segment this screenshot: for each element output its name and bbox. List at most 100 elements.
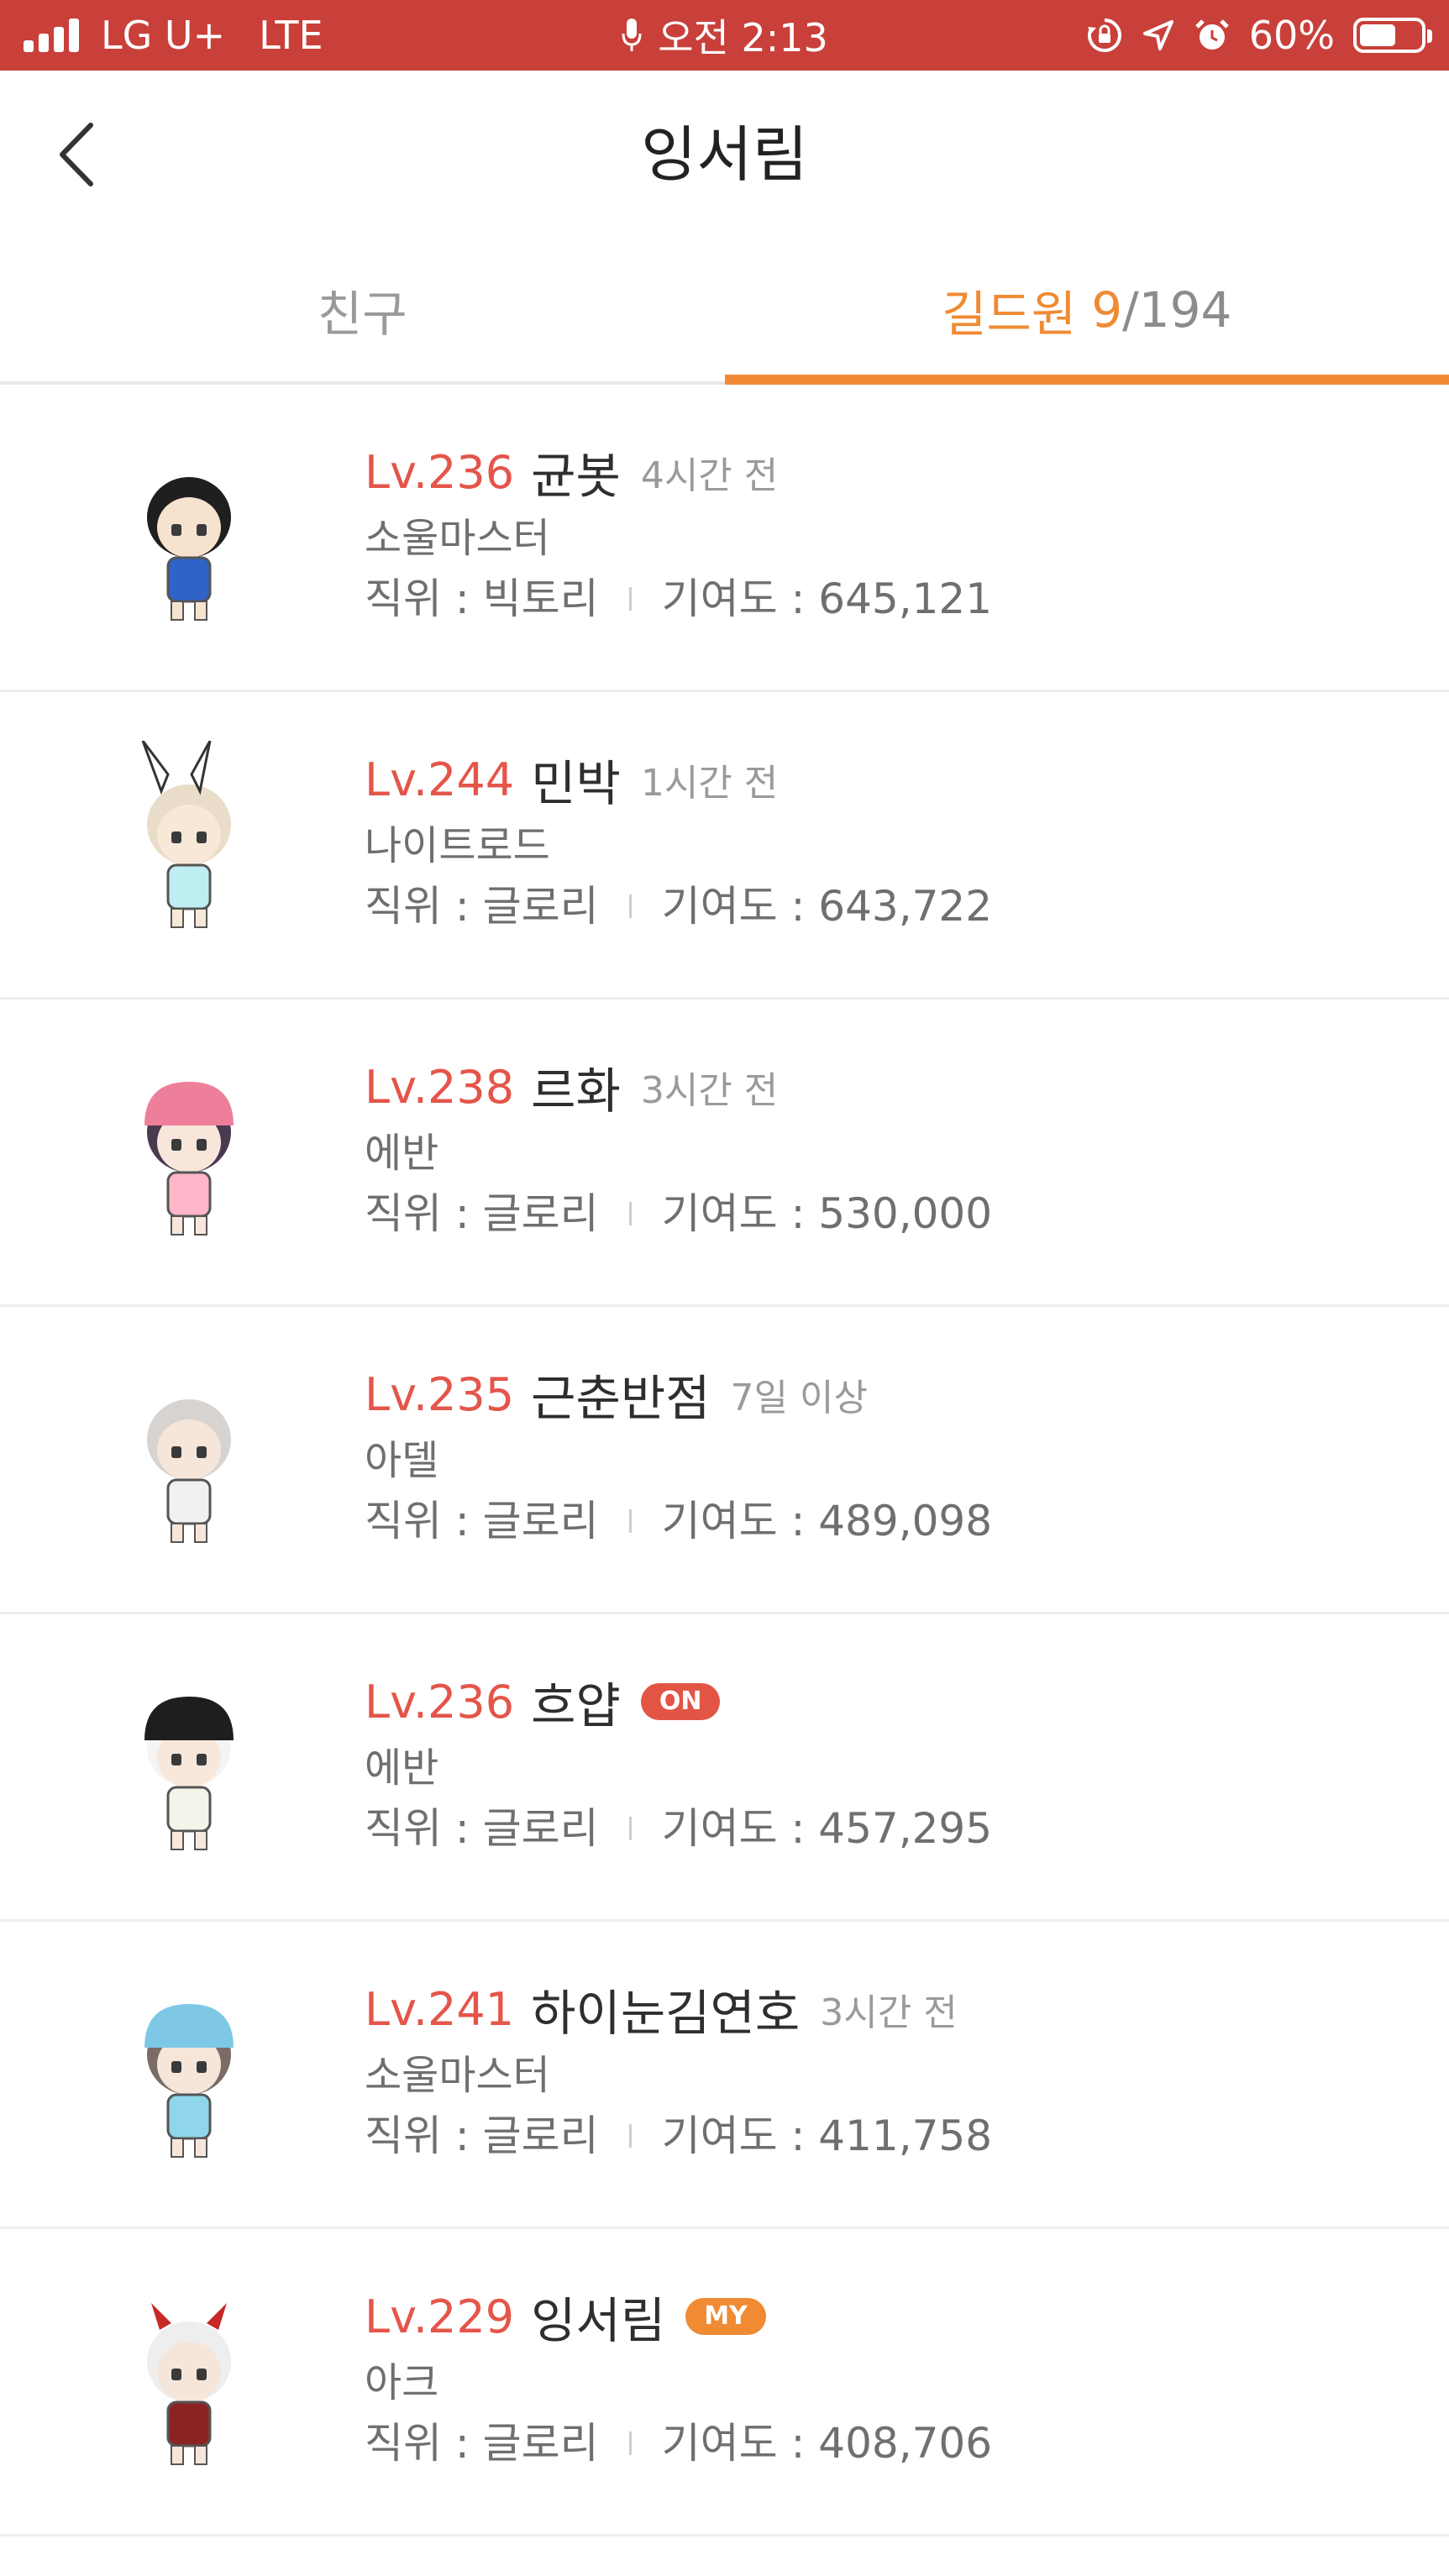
online-badge: ON [640, 1683, 721, 1720]
character-avatar [84, 1356, 302, 1566]
member-last-seen: 3시간 전 [820, 1991, 958, 2034]
character-avatar [84, 2278, 302, 2488]
member-contribution: 기여도 : 489,098 [661, 1497, 993, 1545]
member-header: Lv.236 균봇 4시간 전 [365, 435, 1415, 509]
member-row[interactable]: Lv.238 르화 3시간 전 에반 직위 : 글로리 기여도 : 530,00… [0, 999, 1449, 1307]
my-badge: MY [685, 2298, 766, 2335]
member-row[interactable]: Lv.229 잉서림 MY 아크 직위 : 글로리 기여도 : 408,706 [0, 2229, 1449, 2537]
member-row[interactable]: Lv.235 근춘반점 7일 이상 아델 직위 : 글로리 기여도 : 489,… [0, 1307, 1449, 1614]
member-job: 아크 [365, 2359, 439, 2406]
character-avatar [84, 1663, 302, 1873]
member-rank: 직위 : 글로리 [365, 2112, 599, 2160]
member-name: 잉서림 [531, 2292, 666, 2349]
guild-member-list: Lv.236 균봇 4시간 전 소울마스터 직위 : 빅토리 기여도 : 645… [0, 385, 1449, 2537]
member-job: 에반 [365, 1130, 439, 1177]
tab-guild-online-count: 9 [1091, 281, 1123, 338]
member-stats: 직위 : 글로리 기여도 : 408,706 [365, 2412, 1415, 2474]
member-name: 흐얍 [531, 1677, 621, 1734]
member-stats: 직위 : 글로리 기여도 : 411,758 [365, 2105, 1415, 2167]
member-info: Lv.229 잉서림 MY 아크 직위 : 글로리 기여도 : 408,706 [365, 2280, 1415, 2474]
rotation-lock-icon [1086, 17, 1123, 54]
member-stats: 직위 : 글로리 기여도 : 530,000 [365, 1183, 1415, 1245]
member-last-seen: 3시간 전 [640, 1069, 779, 1112]
member-contribution: 기여도 : 530,000 [661, 1189, 993, 1238]
character-avatar [84, 1970, 302, 2180]
tab-bar: 친구 길드원 9 /194 [0, 239, 1449, 385]
member-rank: 직위 : 글로리 [365, 882, 599, 931]
member-row[interactable]: Lv.236 흐얍 ON 에반 직위 : 글로리 기여도 : 457,295 [0, 1614, 1449, 1922]
member-name: 하이눈김연호 [531, 1985, 801, 2042]
member-job: 소울마스터 [365, 2052, 550, 2099]
member-level: Lv.241 [365, 1982, 515, 2036]
member-info: Lv.236 균봇 4시간 전 소울마스터 직위 : 빅토리 기여도 : 645… [365, 435, 1415, 630]
stats-divider [628, 2432, 632, 2455]
tab-guild-members[interactable]: 길드원 9 /194 [724, 239, 1449, 385]
member-level: Lv.235 [365, 1367, 515, 1421]
member-contribution: 기여도 : 408,706 [661, 2419, 993, 2468]
member-info: Lv.235 근춘반점 7일 이상 아델 직위 : 글로리 기여도 : 489,… [365, 1357, 1415, 1552]
character-avatar [84, 740, 302, 951]
member-rank: 직위 : 글로리 [365, 1804, 599, 1853]
member-level: Lv.238 [365, 1060, 515, 1114]
clock-label: 오전 2:13 [658, 15, 828, 60]
tab-friends[interactable]: 친구 [0, 239, 725, 381]
stats-divider [628, 587, 632, 611]
member-info: Lv.238 르화 3시간 전 에반 직위 : 글로리 기여도 : 530,00… [365, 1050, 1415, 1245]
member-job: 소울마스터 [365, 515, 550, 562]
character-avatar [84, 433, 302, 643]
member-level: Lv.229 [365, 2290, 515, 2343]
member-name: 르화 [531, 1062, 621, 1120]
member-stats: 직위 : 글로리 기여도 : 457,295 [365, 1797, 1415, 1860]
member-stats: 직위 : 글로리 기여도 : 643,722 [365, 875, 1415, 937]
header: 잉서림 [0, 71, 1449, 239]
member-info: Lv.236 흐얍 ON 에반 직위 : 글로리 기여도 : 457,295 [365, 1665, 1415, 1860]
page-title: 잉서림 [641, 119, 808, 190]
stats-divider [628, 1202, 632, 1225]
member-stats: 직위 : 빅토리 기여도 : 645,121 [365, 568, 1415, 630]
member-row[interactable]: Lv.241 하이눈김연호 3시간 전 소울마스터 직위 : 글로리 기여도 :… [0, 1922, 1449, 2229]
member-contribution: 기여도 : 457,295 [661, 1804, 993, 1853]
stats-divider [628, 895, 632, 918]
member-name: 균봇 [531, 448, 621, 505]
alarm-icon [1194, 17, 1231, 54]
member-name: 민박 [531, 755, 621, 812]
tab-guild-total-count: /194 [1122, 281, 1232, 338]
character-avatar [84, 1048, 302, 1258]
stats-divider [628, 1817, 632, 1840]
member-row[interactable]: Lv.236 균봇 4시간 전 소울마스터 직위 : 빅토리 기여도 : 645… [0, 385, 1449, 692]
member-job: 나이트로드 [365, 822, 550, 869]
member-rank: 직위 : 글로리 [365, 1189, 599, 1238]
member-level: Lv.236 [365, 445, 515, 499]
member-contribution: 기여도 : 411,758 [661, 2112, 993, 2160]
member-level: Lv.236 [365, 1675, 515, 1729]
member-header: Lv.244 민박 1시간 전 [365, 742, 1415, 816]
member-name: 근춘반점 [531, 1370, 711, 1427]
member-header: Lv.235 근춘반점 7일 이상 [365, 1357, 1415, 1431]
member-stats: 직위 : 글로리 기여도 : 489,098 [365, 1490, 1415, 1552]
member-last-seen: 4시간 전 [640, 454, 779, 497]
member-contribution: 기여도 : 645,121 [661, 574, 993, 623]
member-rank: 직위 : 빅토리 [365, 574, 599, 623]
member-header: Lv.238 르화 3시간 전 [365, 1050, 1415, 1124]
member-info: Lv.244 민박 1시간 전 나이트로드 직위 : 글로리 기여도 : 643… [365, 742, 1415, 937]
battery-percent: 60% [1248, 13, 1335, 58]
member-header: Lv.236 흐얍 ON [365, 1665, 1415, 1739]
member-last-seen: 7일 이상 [730, 1377, 868, 1419]
location-arrow-icon [1142, 18, 1175, 52]
member-rank: 직위 : 글로리 [365, 1497, 599, 1545]
status-right: 60% [1086, 0, 1432, 71]
member-rank: 직위 : 글로리 [365, 2419, 599, 2468]
member-contribution: 기여도 : 643,722 [661, 882, 993, 931]
member-header: Lv.229 잉서림 MY [365, 2280, 1415, 2353]
member-last-seen: 1시간 전 [640, 762, 779, 805]
member-job: 아델 [365, 1437, 439, 1484]
status-bar: LG U+ LTE 오전 2:13 60% [0, 0, 1449, 71]
member-header: Lv.241 하이눈김연호 3시간 전 [365, 1972, 1415, 2046]
member-info: Lv.241 하이눈김연호 3시간 전 소울마스터 직위 : 글로리 기여도 :… [365, 1972, 1415, 2167]
member-level: Lv.244 [365, 753, 515, 806]
stats-divider [628, 2124, 632, 2148]
tab-guild-label: 길드원 [942, 286, 1077, 343]
stats-divider [628, 1509, 632, 1533]
member-row[interactable]: Lv.244 민박 1시간 전 나이트로드 직위 : 글로리 기여도 : 643… [0, 692, 1449, 999]
battery-icon [1353, 18, 1432, 53]
